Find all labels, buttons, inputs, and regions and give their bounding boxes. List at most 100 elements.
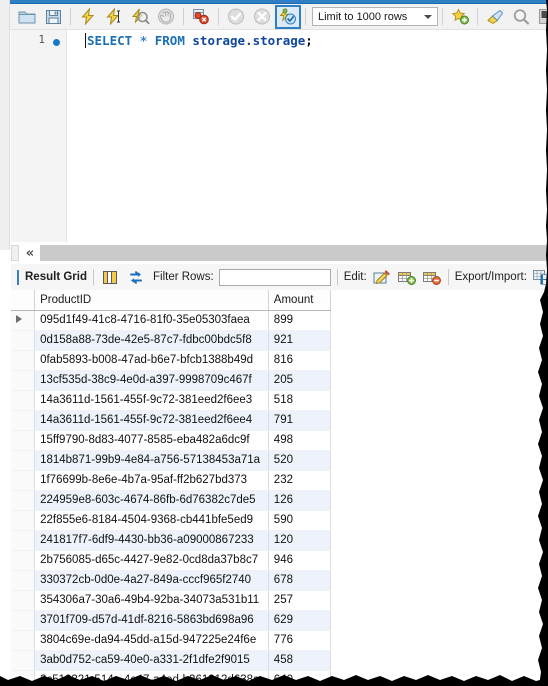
cell-productid[interactable]: 0fab5893-b008-47ad-b6e7-bfcb1388b49d [34, 350, 269, 371]
row-selector-cell[interactable] [11, 450, 36, 471]
cell-amount[interactable]: 257 [268, 590, 332, 611]
row-selector-cell[interactable] [11, 550, 36, 571]
cell-productid[interactable]: 1814b871-99b9-4e84-a756-57138453a71a [34, 450, 269, 471]
rollback-transaction-icon[interactable] [249, 5, 275, 29]
export-recordset-icon[interactable] [532, 267, 548, 287]
cell-amount[interactable]: 629 [268, 610, 332, 631]
table-row[interactable]: 0d158a88-73de-42e5-87c7-fdbc00bdc5f8 921 [11, 330, 332, 351]
stop-query-icon[interactable] [153, 5, 179, 29]
cell-productid[interactable]: 1f76699b-8e6e-4b7a-95af-ff2b627bd373 [34, 470, 269, 491]
table-row[interactable]: 3701f709-d57d-41df-8216-5863bd698a96 629 [11, 610, 332, 631]
cell-amount[interactable]: 776 [268, 630, 332, 651]
edit-row-icon[interactable] [372, 267, 392, 287]
row-selector-cell[interactable] [11, 610, 36, 631]
cell-amount[interactable]: 458 [268, 650, 332, 671]
table-row[interactable]: 14a3611d-1561-455f-9c72-381eed2f6ee3 518 [11, 390, 332, 411]
cell-amount[interactable]: 126 [268, 490, 332, 511]
execute-current-statement-icon[interactable] [101, 5, 127, 29]
row-selector-cell[interactable] [11, 630, 36, 651]
cell-productid[interactable]: 3804c69e-da94-45dd-a15d-947225e24f6e [34, 630, 269, 651]
find-icon[interactable] [508, 5, 534, 29]
delete-row-icon[interactable] [422, 267, 442, 287]
cell-amount[interactable]: 640 [268, 670, 332, 686]
cell-amount[interactable]: 205 [268, 370, 332, 391]
cell-productid[interactable]: 095d1f49-41c8-4716-81f0-35e05303faea [34, 310, 269, 331]
cell-productid[interactable]: 14a3611d-1561-455f-9c72-381eed2f6ee3 [34, 390, 269, 411]
cell-amount[interactable]: 678 [268, 570, 332, 591]
row-selector-cell[interactable] [11, 350, 36, 371]
table-row[interactable]: 13cf535d-38c9-4e0d-a397-9998709c467f 205 [11, 370, 332, 391]
save-snippet-icon[interactable] [447, 5, 473, 29]
row-selector-cell[interactable] [11, 530, 36, 551]
result-grid[interactable]: ProductID Amount 095d1f49-41c8-4716-81f0… [11, 290, 548, 686]
cell-productid[interactable]: 3ab0d752-ca59-40e0-a331-2f1dfe2f9015 [34, 650, 269, 671]
table-row[interactable]: 15ff9790-8d83-4077-8585-eba482a6dc9f 498 [11, 430, 332, 451]
row-selector-cell[interactable] [11, 370, 36, 391]
cell-productid[interactable]: 13cf535d-38c9-4e0d-a397-9998709c467f [34, 370, 269, 391]
row-selector-cell[interactable] [11, 650, 36, 671]
grid-view-icon[interactable] [100, 267, 120, 287]
table-row[interactable]: 3ab0d752-ca59-40e0-a331-2f1dfe2f9015 458 [11, 650, 332, 671]
column-header-amount[interactable]: Amount [268, 290, 332, 311]
row-selector-cell[interactable] [11, 410, 36, 431]
cell-productid[interactable]: 241817f7-6df9-4430-bb36-a09000867233 [34, 530, 269, 551]
cell-productid[interactable]: 0d158a88-73de-42e5-87c7-fdbc00bdc5f8 [34, 330, 269, 351]
cell-amount[interactable]: 498 [268, 430, 332, 451]
row-selector-cell[interactable] [11, 510, 36, 531]
column-header-productid[interactable]: ProductID [34, 290, 269, 311]
row-selector-cell[interactable] [11, 490, 36, 511]
table-row[interactable]: 3804c69e-da94-45dd-a15d-947225e24f6e 776 [11, 630, 332, 651]
row-selector-cell[interactable] [11, 330, 36, 351]
cell-amount[interactable]: 590 [268, 510, 332, 531]
cell-productid[interactable]: 22f855e6-8184-4504-9368-cb441bfe5ed9 [34, 510, 269, 531]
cell-productid[interactable]: 224959e8-603c-4674-86fb-6d76382c7de5 [34, 490, 269, 511]
table-row[interactable]: 224959e8-603c-4674-86fb-6d76382c7de5 126 [11, 490, 332, 511]
insert-row-icon[interactable] [397, 267, 417, 287]
table-row[interactable]: 3c518321-514a-4e47-a4ed-b261312d638c 640 [11, 670, 332, 686]
row-selector-cell[interactable] [11, 670, 36, 686]
row-selector-cell[interactable] [11, 470, 36, 491]
row-selector-cell[interactable] [11, 570, 36, 591]
cell-productid[interactable]: 15ff9790-8d83-4077-8585-eba482a6dc9f [34, 430, 269, 451]
row-selector-cell[interactable] [11, 430, 36, 451]
cell-amount[interactable]: 791 [268, 410, 332, 431]
save-sql-file-icon[interactable] [40, 5, 66, 29]
table-row[interactable]: 354306a7-30a6-49b4-92ba-34073a531b11 257 [11, 590, 332, 611]
cell-productid[interactable]: 330372cb-0d0e-4a27-849a-cccf965f2740 [34, 570, 269, 591]
commit-transaction-icon[interactable] [223, 5, 249, 29]
cell-amount[interactable]: 816 [268, 350, 332, 371]
open-sql-file-icon[interactable] [14, 5, 40, 29]
table-row[interactable]: 1f76699b-8e6e-4b7a-95af-ff2b627bd373 232 [11, 470, 332, 491]
cell-amount[interactable]: 120 [268, 530, 332, 551]
table-row[interactable]: 095d1f49-41c8-4716-81f0-35e05303faea 899 [11, 310, 332, 331]
cell-amount[interactable]: 946 [268, 550, 332, 571]
collapse-left-icon[interactable]: « [21, 244, 39, 262]
table-row[interactable]: 241817f7-6df9-4430-bb36-a09000867233 120 [11, 530, 332, 551]
row-selector-cell[interactable] [11, 590, 36, 611]
table-row[interactable]: 22f855e6-8184-4504-9368-cb441bfe5ed9 590 [11, 510, 332, 531]
sql-statement[interactable]: SELECT * FROM storage.storage; [87, 33, 313, 48]
explain-query-icon[interactable] [127, 5, 153, 29]
cell-amount[interactable]: 232 [268, 470, 332, 491]
toggle-invisible-chars-icon[interactable] [534, 5, 548, 29]
refresh-icon[interactable] [126, 267, 146, 287]
table-row[interactable]: 330372cb-0d0e-4a27-849a-cccf965f2740 678 [11, 570, 332, 591]
cell-productid[interactable]: 3c518321-514a-4e47-a4ed-b261312d638c [34, 670, 269, 686]
row-selector-cell[interactable] [11, 310, 36, 331]
cell-amount[interactable]: 518 [268, 390, 332, 411]
execute-statement-icon[interactable] [75, 5, 101, 29]
cell-amount[interactable]: 520 [268, 450, 332, 471]
table-row[interactable]: 0fab5893-b008-47ad-b6e7-bfcb1388b49d 816 [11, 350, 332, 371]
results-splitter[interactable]: « [11, 243, 548, 263]
horizontal-scrollbar[interactable] [40, 245, 548, 261]
beautify-sql-icon[interactable] [482, 5, 508, 29]
row-selector-cell[interactable] [11, 390, 36, 411]
toggle-stop-on-error-icon[interactable] [188, 5, 214, 29]
table-row[interactable]: 1814b871-99b9-4e84-a756-57138453a71a 520 [11, 450, 332, 471]
toggle-autocommit-icon[interactable] [275, 4, 301, 29]
cell-amount[interactable]: 899 [268, 310, 332, 331]
table-row[interactable]: 2b756085-d65c-4427-9e82-0cd8da37b8c7 946 [11, 550, 332, 571]
cell-productid[interactable]: 14a3611d-1561-455f-9c72-381eed2f6ee4 [34, 410, 269, 431]
row-selector-header[interactable] [11, 290, 36, 311]
cell-productid[interactable]: 3701f709-d57d-41df-8216-5863bd698a96 [34, 610, 269, 631]
